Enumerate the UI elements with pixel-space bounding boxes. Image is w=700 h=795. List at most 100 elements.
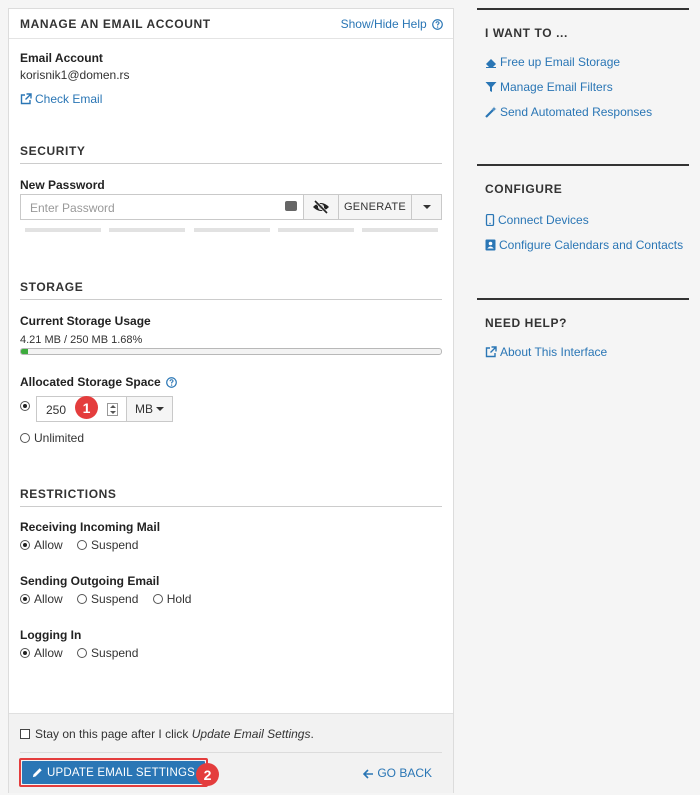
allocated-storage-text: Allocated Storage Space: [20, 375, 161, 389]
sending-mail-label: Sending Outgoing Email: [20, 574, 160, 588]
eraser-icon: [486, 59, 496, 68]
update-email-settings-button[interactable]: UPDATE EMAIL SETTINGS: [22, 761, 205, 784]
email-account-value: korisnik1@domen.rs: [20, 68, 130, 82]
quota-unit-label: MB: [135, 402, 153, 416]
login-allow-radio[interactable]: [20, 648, 30, 658]
eye-slash-icon: [313, 200, 329, 214]
quota-radio[interactable]: [20, 399, 34, 413]
strength-segment: [25, 228, 101, 232]
logging-in-options: Allow Suspend: [20, 646, 149, 660]
go-back-label: GO BACK: [377, 766, 432, 780]
sending-allow-label: Allow: [34, 592, 63, 606]
login-allow-label: Allow: [34, 646, 63, 660]
stay-prefix: Stay on this page after I click: [35, 727, 192, 741]
sending-suspend-label: Suspend: [91, 592, 139, 606]
password-row: Enter Password GENERATE: [20, 194, 442, 220]
quota-unit-dropdown[interactable]: MB: [127, 396, 173, 422]
go-back-link[interactable]: GO BACK: [363, 766, 432, 780]
free-up-storage-link[interactable]: Free up Email Storage: [485, 55, 620, 69]
generate-options-dropdown[interactable]: [412, 194, 442, 220]
receiving-suspend-option[interactable]: Suspend: [77, 538, 138, 552]
need-help-title: NEED HELP?: [485, 316, 568, 330]
receiving-suspend-label: Suspend: [91, 538, 139, 552]
stay-on-page-option[interactable]: Stay on this page after I click Update E…: [20, 727, 314, 741]
sending-allow-radio[interactable]: [20, 594, 30, 604]
question-circle-icon[interactable]: [166, 377, 177, 388]
form-footer: Stay on this page after I click Update E…: [9, 713, 453, 793]
password-input[interactable]: Enter Password: [20, 194, 303, 220]
storage-section-title: STORAGE: [20, 280, 442, 300]
update-button-label: UPDATE EMAIL SETTINGS: [47, 766, 195, 779]
new-password-label: New Password: [20, 178, 105, 192]
chevron-down-icon: [156, 407, 164, 411]
check-email-label: Check Email: [35, 92, 103, 106]
logging-in-label: Logging In: [20, 628, 82, 642]
login-suspend-option[interactable]: Suspend: [77, 646, 138, 660]
password-strength-meter: [25, 228, 438, 232]
receiving-mail-label: Receiving Incoming Mail: [20, 520, 161, 534]
password-manager-icon: [285, 201, 297, 211]
configure-calendars-link[interactable]: Configure Calendars and Contacts: [485, 238, 683, 252]
strength-segment: [193, 228, 270, 232]
sending-allow-option[interactable]: Allow: [20, 592, 63, 606]
sending-hold-option[interactable]: Hold: [152, 592, 192, 606]
receiving-allow-option[interactable]: Allow: [20, 538, 63, 552]
receiving-allow-radio[interactable]: [20, 540, 30, 550]
email-account-label: Email Account: [20, 51, 103, 65]
show-hide-help-link[interactable]: Show/Hide Help: [341, 17, 443, 31]
sending-hold-radio[interactable]: [152, 594, 163, 604]
send-automated-responses-link[interactable]: Send Automated Responses: [485, 105, 652, 119]
manage-filters-label: Manage Email Filters: [500, 80, 613, 94]
sidebar-want-to: I WANT TO ... Free up Email Storage Mana…: [477, 8, 689, 164]
question-circle-icon: [432, 19, 443, 30]
stay-emphasis: Update Email Settings: [191, 727, 311, 741]
filter-icon: [485, 82, 497, 92]
quota-value: 250: [46, 403, 67, 417]
toggle-password-visibility-button[interactable]: [303, 194, 339, 220]
sending-hold-label: Hold: [166, 592, 192, 606]
sidebar-configure: CONFIGURE Connect Devices Configure Cale…: [477, 164, 689, 298]
arrow-left-icon: [363, 769, 374, 779]
chevron-down-icon: [422, 205, 431, 209]
annotation-badge-1: 1: [75, 396, 98, 419]
panel-title: MANAGE AN EMAIL ACCOUNT: [20, 17, 211, 31]
configure-title: CONFIGURE: [485, 182, 563, 196]
security-section-title: SECURITY: [20, 144, 442, 164]
restrictions-section-title: RESTRICTIONS: [20, 487, 442, 507]
login-suspend-radio[interactable]: [77, 648, 88, 658]
receiving-mail-options: Allow Suspend: [20, 538, 149, 552]
contact-card-icon: [485, 239, 496, 251]
receiving-suspend-radio[interactable]: [77, 540, 88, 550]
panel-header: MANAGE AN EMAIL ACCOUNT Show/Hide Help: [9, 9, 453, 39]
quota-radio-button[interactable]: [20, 401, 30, 411]
sending-suspend-radio[interactable]: [77, 594, 88, 604]
storage-progress-bar: [20, 348, 442, 355]
storage-progress-fill: [21, 349, 29, 354]
login-allow-option[interactable]: Allow: [20, 646, 63, 660]
show-hide-help-label: Show/Hide Help: [340, 17, 427, 31]
generate-password-button[interactable]: GENERATE: [339, 194, 412, 220]
unlimited-radio-button[interactable]: [20, 433, 30, 443]
stay-on-page-checkbox[interactable]: [20, 729, 30, 739]
unlimited-label: Unlimited: [34, 431, 85, 445]
external-link-icon: [485, 346, 497, 358]
number-spinner-icon[interactable]: [107, 403, 118, 416]
update-button-highlight: UPDATE EMAIL SETTINGS: [19, 758, 208, 787]
annotation-badge-2: 2: [196, 763, 219, 786]
strength-segment: [277, 228, 354, 232]
check-email-link[interactable]: Check Email: [20, 92, 102, 106]
strength-segment: [109, 228, 186, 232]
manage-filters-link[interactable]: Manage Email Filters: [485, 80, 613, 94]
connect-devices-label: Connect Devices: [498, 213, 589, 227]
manage-email-panel: MANAGE AN EMAIL ACCOUNT Show/Hide Help E…: [8, 8, 454, 793]
connect-devices-link[interactable]: Connect Devices: [485, 213, 589, 227]
about-interface-link[interactable]: About This Interface: [485, 345, 607, 359]
configure-calendars-label: Configure Calendars and Contacts: [499, 238, 684, 252]
receiving-allow-label: Allow: [34, 538, 63, 552]
quota-input-group: 250 MB: [36, 396, 173, 422]
sending-suspend-option[interactable]: Suspend: [77, 592, 138, 606]
pencil-icon: [32, 768, 42, 778]
unlimited-option[interactable]: Unlimited: [20, 431, 84, 445]
current-storage-label: Current Storage Usage: [20, 314, 151, 328]
password-placeholder: Enter Password: [30, 201, 115, 215]
